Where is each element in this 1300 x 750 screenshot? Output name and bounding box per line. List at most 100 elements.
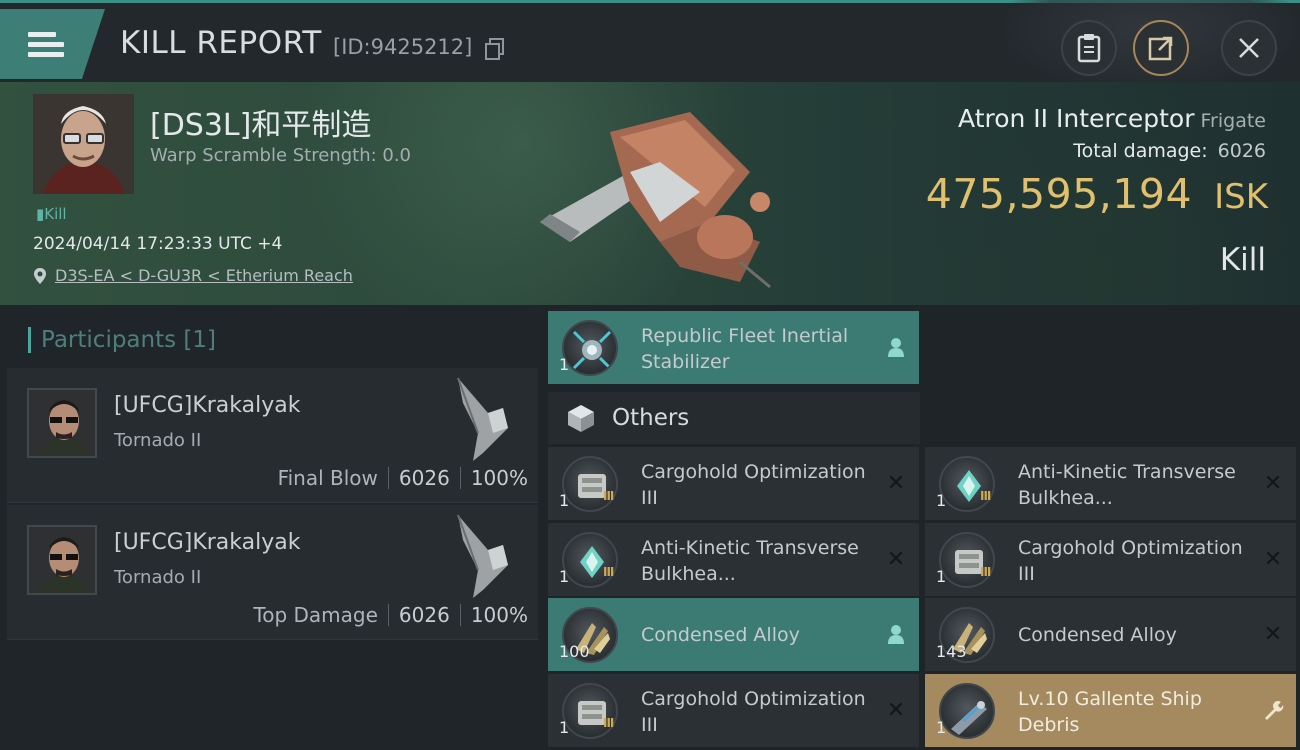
item-quantity: 1: [559, 491, 570, 510]
ship-debris-icon: [939, 683, 995, 739]
item-quantity: 1: [936, 567, 947, 586]
participant-avatar[interactable]: [27, 525, 97, 595]
close-icon[interactable]: ✕: [885, 547, 907, 572]
cube-icon: [568, 405, 594, 432]
item-row[interactable]: 1 III Anti-Kinetic Transverse Bulkhea...…: [925, 447, 1296, 520]
participant-card[interactable]: [UFCG]Krakalyak Tornado II Final Blow 60…: [7, 368, 538, 503]
item-quantity: 1: [936, 491, 947, 510]
items-panel: 1 Republic Fleet Inertial Stabilizer Oth…: [540, 305, 1300, 750]
participant-name[interactable]: [UFCG]Krakalyak: [114, 393, 300, 418]
victim-avatar[interactable]: [33, 94, 134, 194]
item-name: Condensed Alloy: [641, 624, 800, 646]
others-section-header: Others: [548, 392, 920, 444]
item-name: Cargohold Optimization III: [1018, 537, 1243, 585]
participant-percent: 100%: [470, 603, 528, 627]
participant-stats: Top Damage 6026 100%: [253, 603, 528, 627]
warp-scramble-strength: Warp Scramble Strength: 0.0: [150, 145, 412, 166]
share-icon: [1148, 36, 1173, 61]
kill-location[interactable]: D3S-EA < D-GU3R < Etherium Reach: [33, 266, 353, 285]
result-label: Kill: [1219, 242, 1266, 278]
participant-damage: 6026: [398, 466, 450, 490]
report-button[interactable]: [1061, 20, 1117, 76]
person-icon[interactable]: [885, 336, 907, 358]
person-icon[interactable]: [885, 623, 907, 645]
cargohold-module-icon: [562, 683, 618, 739]
item-name: Anti-Kinetic Transverse Bulkhea...: [641, 537, 859, 585]
ship-class: Frigate: [1200, 110, 1266, 132]
participant-damage: 6026: [398, 603, 450, 627]
item-quantity: 100: [559, 642, 590, 661]
close-icon[interactable]: ✕: [1262, 471, 1284, 496]
participant-role: Top Damage: [253, 603, 378, 627]
item-quantity: 1: [559, 355, 570, 374]
item-name: Anti-Kinetic Transverse Bulkhea...: [1018, 461, 1236, 509]
ship-name[interactable]: Atron II Interceptor Frigate: [958, 104, 1266, 133]
tier-badge: III: [603, 489, 614, 503]
menu-button[interactable]: [0, 9, 105, 79]
item-row[interactable]: 1 III Cargohold Optimization III ✕: [548, 447, 919, 520]
tier-badge: III: [603, 565, 614, 579]
item-row[interactable]: 100 Condensed Alloy: [548, 598, 919, 671]
victim-ship-image: [540, 112, 771, 289]
close-button[interactable]: [1221, 20, 1277, 76]
bulkhead-module-icon: [939, 456, 995, 512]
item-quantity: 143: [936, 642, 967, 661]
participants-header: Participants [1]: [28, 327, 216, 353]
page-title: KILL REPORT: [120, 25, 322, 61]
kill-timestamp: 2024/04/14 17:23:33 UTC +4: [33, 234, 283, 254]
item-name: Lv.10 Gallente Ship Debris: [1018, 688, 1202, 736]
total-damage: Total damage: 6026: [1073, 140, 1266, 162]
participant-name[interactable]: [UFCG]Krakalyak: [114, 530, 300, 555]
item-row[interactable]: 1 III Anti-Kinetic Transverse Bulkhea...…: [548, 523, 919, 596]
item-quantity: 1: [559, 718, 570, 737]
menu-icon: [28, 27, 64, 62]
item-quantity: 1: [559, 567, 570, 586]
participants-panel: Participants [1] [UFCG]Krakalyak Tornado…: [0, 305, 540, 750]
top-bar: KILL REPORT [ID:9425212]: [0, 0, 1300, 93]
close-icon[interactable]: ✕: [1262, 622, 1284, 647]
participant-role: Final Blow: [277, 466, 378, 490]
bulkhead-module-icon: [562, 532, 618, 588]
item-name: Condensed Alloy: [1018, 624, 1177, 646]
inertial-stabilizer-icon: [562, 320, 618, 376]
participant-card[interactable]: [UFCG]Krakalyak Tornado II Top Damage 60…: [7, 505, 538, 640]
isk-value: 475,595,194 ISK: [925, 170, 1268, 218]
item-row[interactable]: 1 Lv.10 Gallente Ship Debris: [925, 674, 1296, 747]
wrench-icon[interactable]: [1262, 699, 1284, 721]
item-name: Republic Fleet Inertial Stabilizer: [641, 325, 849, 373]
participant-avatar[interactable]: [27, 388, 97, 458]
clipboard-icon: [1077, 34, 1101, 63]
kill-id: [ID:9425212]: [333, 35, 473, 59]
item-row[interactable]: 1 Republic Fleet Inertial Stabilizer: [548, 311, 919, 384]
participant-ship-image: [457, 377, 508, 461]
location-pin-icon: [34, 267, 46, 284]
copy-icon[interactable]: [485, 38, 505, 60]
tier-badge: III: [603, 716, 614, 730]
item-name: Cargohold Optimization III: [641, 688, 866, 736]
kill-tag: ▮Kill: [36, 205, 67, 223]
item-quantity: 1: [936, 718, 947, 737]
close-icon[interactable]: ✕: [1262, 547, 1284, 572]
cargohold-module-icon: [939, 532, 995, 588]
close-icon: [1239, 38, 1259, 58]
victim-name[interactable]: [DS3L]和平制造: [150, 100, 371, 144]
tier-badge: III: [980, 565, 991, 579]
character-portrait-icon: [29, 527, 95, 593]
close-icon[interactable]: ✕: [885, 698, 907, 723]
participant-percent: 100%: [470, 466, 528, 490]
character-portrait-icon: [29, 390, 95, 456]
item-row[interactable]: 143 Condensed Alloy ✕: [925, 598, 1296, 671]
share-button[interactable]: [1133, 20, 1189, 76]
participant-ship: Tornado II: [114, 567, 202, 588]
cargohold-module-icon: [562, 456, 618, 512]
location-link[interactable]: D3S-EA < D-GU3R < Etherium Reach: [55, 266, 353, 285]
participant-ship: Tornado II: [114, 430, 202, 451]
tier-badge: III: [980, 489, 991, 503]
character-portrait-icon: [33, 94, 134, 194]
item-row[interactable]: 1 III Cargohold Optimization III ✕: [925, 523, 1296, 596]
participant-stats: Final Blow 6026 100%: [278, 466, 528, 490]
item-name: Cargohold Optimization III: [641, 461, 866, 509]
victim-summary: [DS3L]和平制造 Warp Scramble Strength: 0.0 ▮…: [0, 82, 1300, 305]
close-icon[interactable]: ✕: [885, 471, 907, 496]
item-row[interactable]: 1 III Cargohold Optimization III ✕: [548, 674, 919, 747]
